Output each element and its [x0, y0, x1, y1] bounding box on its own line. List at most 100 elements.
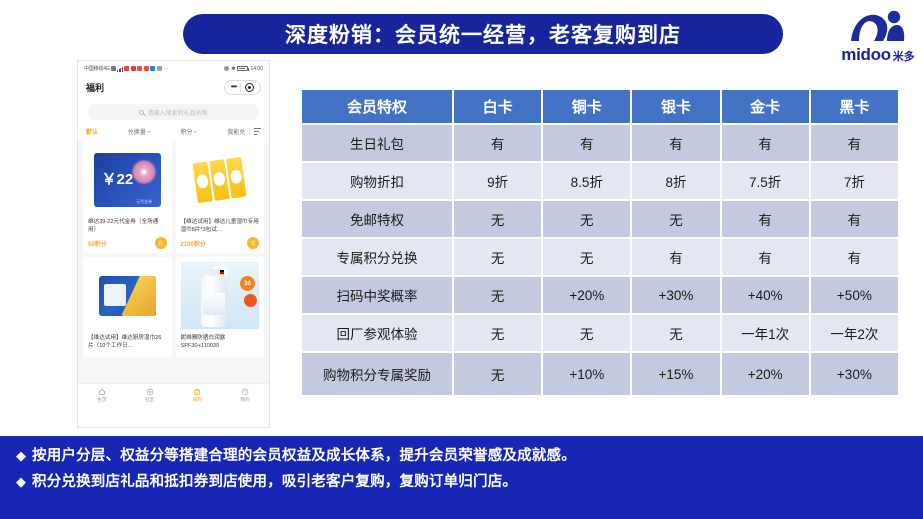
bottle-shape	[200, 269, 227, 327]
tab-default[interactable]: 默认	[86, 127, 98, 136]
bullet-diamond-icon: ◆	[16, 474, 26, 490]
brand-logo: midoo 米多	[838, 8, 918, 68]
filter-list-icon[interactable]	[254, 128, 262, 135]
nav-item-mine[interactable]: 我的	[221, 388, 269, 403]
exchange-icon[interactable]: 兑	[154, 237, 167, 249]
search-input[interactable]: 请输入搜索的礼品名称	[88, 104, 259, 120]
slide-root: 深度粉销：会员统一经营，老客复购到店 midoo 米多 中国移动4G ··· ✽…	[0, 0, 923, 519]
table-cell: 9折	[454, 163, 542, 199]
phone-mockup: 中国移动4G ··· ✽ 14:00 福利 ••• 请输入搜索的礼品名称 默认 …	[77, 60, 270, 428]
table-header-cell: 会员特权	[302, 90, 452, 123]
table-row: 扫码中奖概率 无 +20% +30% +40% +50%	[302, 277, 898, 313]
nav-item-welfare[interactable]: 福利	[174, 388, 222, 403]
sort-arrow-icon	[146, 130, 151, 133]
gift-card[interactable]: 30 妮维雅防晒白润露SPF30+110039	[175, 257, 264, 357]
table-cell: 有	[454, 125, 542, 161]
table-cell: +30%	[810, 353, 898, 395]
gift-thumbnail: ￥22 元代金券	[88, 146, 167, 213]
compass-icon	[146, 388, 153, 395]
gift-name: 妮维雅防晒白润露SPF30+110039	[180, 335, 226, 350]
table-cell: 7.5折	[721, 163, 809, 199]
capsule-divider	[240, 82, 241, 92]
table-cell: +40%	[721, 277, 809, 313]
app-badge-icon-3	[143, 66, 149, 71]
nav-item-welfare-label: 福利	[192, 396, 202, 402]
bluetooth-icon: ✽	[231, 65, 236, 72]
nav-item-mine-label: 我的	[240, 396, 250, 402]
table-cell: 无	[632, 201, 720, 237]
table-cell: 无	[454, 201, 542, 237]
row-label: 回厂参观体验	[302, 315, 452, 351]
wipes-art	[192, 156, 247, 203]
tab-points[interactable]: 积分	[180, 127, 198, 136]
nav-item-home[interactable]: 主页	[78, 388, 126, 403]
sort-tab-bar: 默认 兑换量 积分 我能兑	[78, 124, 269, 141]
gift-name: 【维达试用】维达儿童湿巾专用湿巾8片*3包试…	[180, 219, 259, 234]
title-banner: 深度粉销：会员统一经营，老客复购到店	[183, 14, 783, 54]
footer-bullet-line: ◆ 按用户分层、权益分等搭建合理的会员权益及成长体系，提升会员荣誉感及成就感。	[16, 448, 907, 465]
table-cell: +50%	[810, 277, 898, 313]
tab-divider	[249, 128, 251, 135]
table-cell: 无	[632, 315, 720, 351]
footer-bullet-line: ◆ 积分兑换到店礼品和抵扣券到店使用，吸引老客户复购，复购订单归门店。	[16, 474, 907, 491]
tab-exchange-count[interactable]: 兑换量	[128, 127, 151, 136]
search-area: 请输入搜索的礼品名称	[78, 98, 269, 124]
logo-latin: midoo	[841, 45, 891, 64]
gift-card[interactable]: 【维达试用】维达厨房湿巾26片（10个工作日…	[83, 257, 172, 357]
tab-redeemable[interactable]: 我能兑	[227, 127, 245, 136]
table-cell: 有	[810, 125, 898, 161]
table-header-cell: 白卡	[454, 90, 542, 123]
target-icon[interactable]	[245, 82, 254, 92]
table-cell: 有	[632, 125, 720, 161]
table-cell: +20%	[721, 353, 809, 395]
more-dots-icon[interactable]: •••	[227, 83, 240, 91]
table-cell: 无	[454, 239, 542, 275]
voucher-subtitle: 元代金券	[136, 198, 153, 204]
table-cell: 无	[454, 353, 542, 395]
footer-text: 按用户分层、权益分等搭建合理的会员权益及成长体系，提升会员荣誉感及成就感。	[32, 448, 576, 464]
sunscreen-art: 30	[180, 262, 259, 329]
logo-wordmark: midoo 米多	[841, 45, 915, 65]
table-cell: 有	[810, 201, 898, 237]
table-row: 免邮特权 无 无 无 有 有	[302, 201, 898, 237]
row-label: 专属积分兑换	[302, 239, 452, 275]
alarm-icon	[224, 66, 230, 71]
app-badge-icon-1	[130, 66, 136, 71]
bullet-diamond-icon: ◆	[16, 448, 26, 463]
row-label: 免邮特权	[302, 201, 452, 237]
table-row: 购物积分专属奖励 无 +10% +15% +20% +30%	[302, 353, 898, 395]
table-cell: +30%	[632, 277, 720, 313]
voucher-art: ￥22 元代金券	[93, 152, 161, 207]
phone-status-bar: 中国移动4G ··· ✽ 14:00	[78, 61, 269, 76]
app-badge-icon-4	[150, 66, 156, 71]
kitchen-wipes-art	[98, 275, 156, 316]
table-header-cell: 黑卡	[810, 90, 898, 123]
table-row: 购物折扣 9折 8.5折 8折 7.5折 7折	[302, 163, 898, 199]
gift-name: 维达39-22元代金券（全场通用）	[88, 219, 159, 234]
table-cell: 有	[721, 125, 809, 161]
phone-app-header: 福利 •••	[78, 76, 269, 98]
footer-summary: ◆ 按用户分层、权益分等搭建合理的会员权益及成长体系，提升会员荣誉感及成就感。 …	[0, 436, 923, 519]
nav-item-community[interactable]: 社区	[126, 388, 174, 403]
voucher-amount: ￥22	[101, 171, 134, 188]
table-row: 生日礼包 有 有 有 有 有	[302, 125, 898, 161]
search-icon	[139, 109, 145, 115]
gift-card[interactable]: ￥22 元代金券 维达39-22元代金券（全场通用） 50积分 兑	[83, 141, 172, 253]
table-cell: +10%	[543, 353, 631, 395]
table-cell: +15%	[632, 353, 720, 395]
exchange-icon[interactable]: 兑	[247, 237, 259, 249]
mini-program-capsule[interactable]: •••	[223, 79, 261, 95]
table-header-cell: 金卡	[721, 90, 809, 123]
gift-points: 50积分	[88, 241, 107, 248]
footer-text: 积分兑换到店礼品和抵扣券到店使用，吸引老客户复购，复购订单归门店。	[32, 474, 518, 491]
gift-name: 【维达试用】维达厨房湿巾26片（10个工作日…	[88, 335, 162, 350]
gift-card[interactable]: 【维达试用】维达儿童湿巾专用湿巾8片*3包试… 2100积分 兑	[175, 141, 264, 253]
nav-item-home-label: 主页	[97, 396, 107, 402]
row-label: 生日礼包	[302, 125, 452, 161]
tab-exchange-count-label: 兑换量	[127, 130, 146, 136]
gift-card-grid: ￥22 元代金券 维达39-22元代金券（全场通用） 50积分 兑 【维达试用】…	[78, 141, 269, 357]
table-cell: +20%	[543, 277, 631, 313]
table-cell: 无	[543, 315, 631, 351]
sort-arrow-icon	[193, 130, 198, 133]
phone-bottom-nav: 主页 社区 福利 我的	[78, 383, 269, 406]
